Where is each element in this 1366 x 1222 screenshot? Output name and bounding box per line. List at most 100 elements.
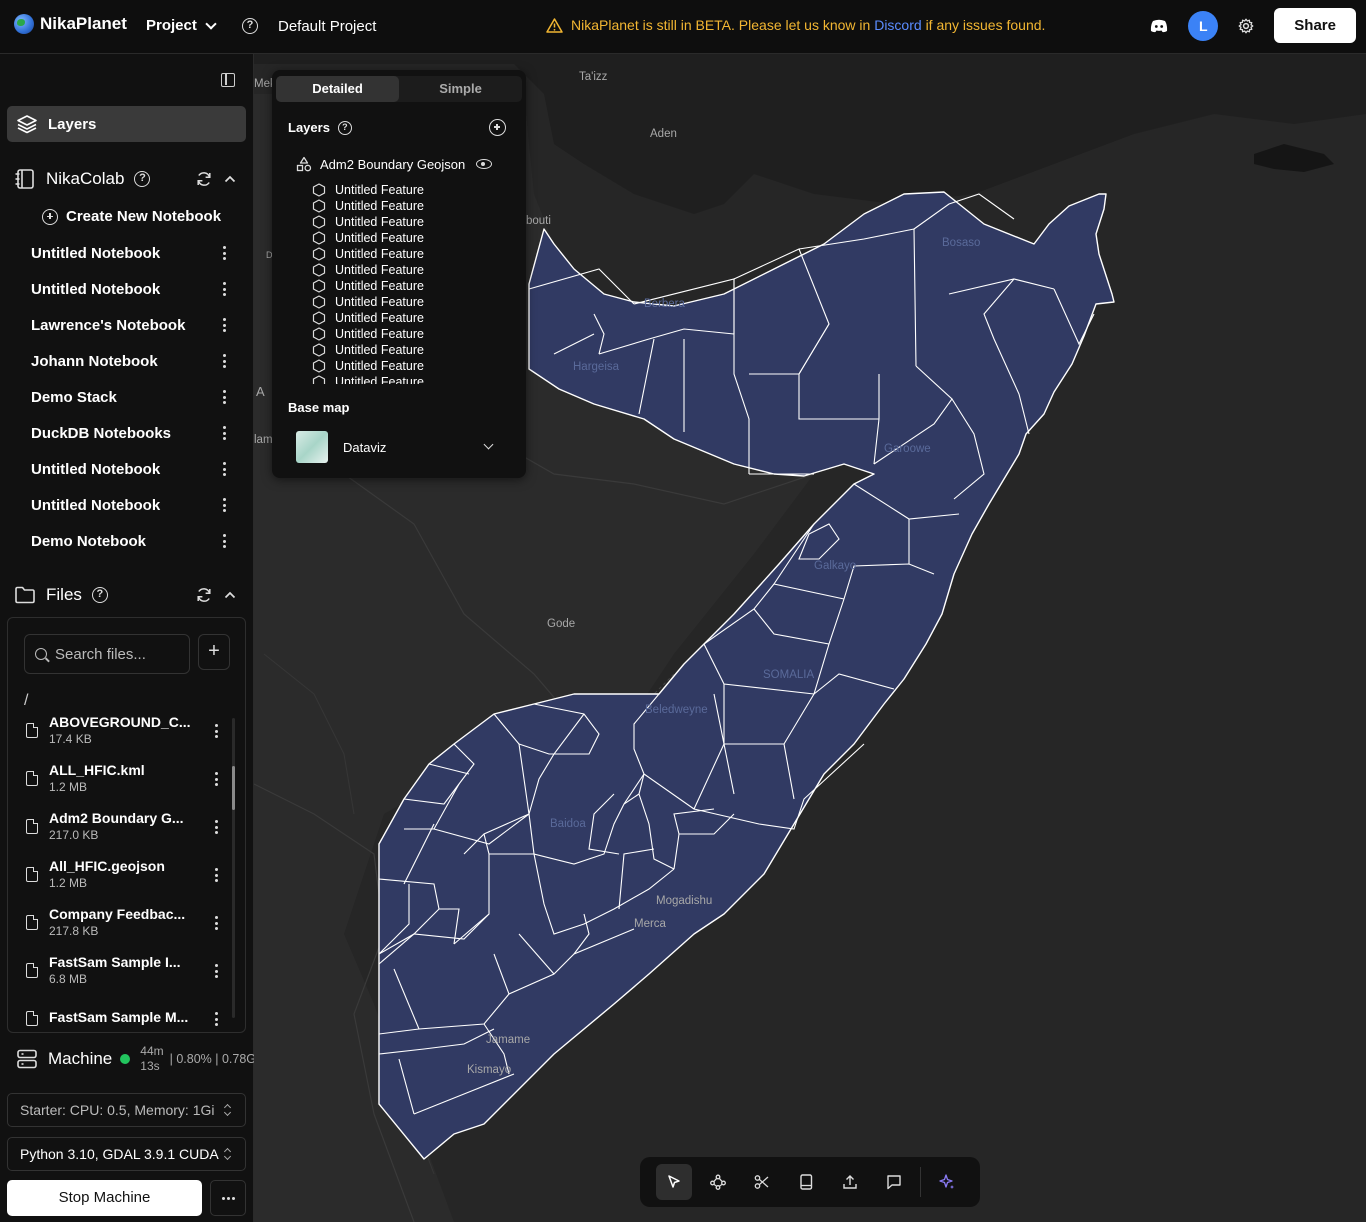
notebook-icon [15, 169, 34, 189]
feature-item[interactable]: Untitled Feature [312, 342, 512, 358]
more-vertical-icon[interactable] [222, 354, 226, 368]
layer-name: Adm2 Boundary Geojson [320, 156, 466, 172]
file-item[interactable]: FastSam Sample I... 6.8 MB [8, 946, 230, 994]
help-icon[interactable]: ? [337, 120, 352, 135]
tab-simple[interactable]: Simple [399, 76, 522, 102]
notebook-item[interactable]: DuckDB Notebooks [0, 415, 254, 451]
file-icon [26, 770, 38, 786]
upload-button[interactable] [832, 1164, 868, 1200]
refresh-icon[interactable] [196, 587, 212, 603]
notebook-item[interactable]: Untitled Notebook [0, 451, 254, 487]
discord-link[interactable]: Discord [874, 17, 921, 33]
project-name[interactable]: Default Project [278, 18, 376, 35]
notebook-item[interactable]: Untitled Notebook [0, 487, 254, 523]
search-input[interactable]: Search files... [24, 634, 190, 674]
more-vertical-icon[interactable] [214, 964, 218, 978]
feature-item[interactable]: Untitled Feature [312, 358, 512, 374]
create-notebook-button[interactable]: Create New Notebook [42, 208, 221, 225]
more-vertical-icon[interactable] [214, 916, 218, 930]
notebook-item[interactable]: Johann Notebook [0, 343, 254, 379]
notebook-item[interactable]: Untitled Notebook [0, 235, 254, 271]
feature-item[interactable]: Untitled Feature [312, 262, 512, 278]
feature-item[interactable]: Untitled Feature [312, 294, 512, 310]
more-vertical-icon[interactable] [222, 282, 226, 296]
basemap-select[interactable]: Dataviz [296, 431, 386, 463]
machine-tier-select[interactable]: Starter: CPU: 0.5, Memory: 1Gi [7, 1093, 246, 1127]
notebook-name: Demo Stack [31, 388, 117, 406]
chevron-down-icon[interactable] [483, 439, 494, 450]
refresh-icon[interactable] [196, 171, 212, 187]
more-vertical-icon[interactable] [222, 534, 226, 548]
feature-item[interactable]: Untitled Feature [312, 198, 512, 214]
notebook-name: Untitled Notebook [31, 280, 161, 298]
project-menu[interactable]: Project [146, 17, 217, 34]
file-item[interactable]: Adm2 Boundary G... 217.0 KB [8, 802, 230, 850]
notebook-item[interactable]: Demo Stack [0, 379, 254, 415]
chevron-up-icon[interactable] [224, 175, 236, 183]
file-item[interactable]: ABOVEGROUND_C... 17.4 KB [8, 714, 230, 754]
avatar[interactable]: L [1188, 10, 1219, 41]
feature-name: Untitled Feature [335, 375, 424, 384]
comment-button[interactable] [876, 1164, 912, 1200]
layers-button[interactable]: Layers [7, 106, 246, 142]
more-vertical-icon[interactable] [214, 1012, 218, 1026]
environment-select[interactable]: Python 3.10, GDAL 3.9.1 CUDA [7, 1137, 246, 1171]
uptime-seconds: 13s [140, 1059, 160, 1073]
feature-item[interactable]: Untitled Feature [312, 326, 512, 342]
ai-assistant-button[interactable] [929, 1164, 965, 1200]
file-item[interactable]: Company Feedbac... 217.8 KB [8, 898, 230, 946]
more-vertical-icon[interactable] [222, 390, 226, 404]
feature-item[interactable]: Untitled Feature [312, 182, 512, 198]
feature-name: Untitled Feature [335, 311, 424, 325]
draw-polygon-button[interactable] [700, 1164, 736, 1200]
chevron-up-icon[interactable] [224, 591, 236, 599]
more-vertical-icon[interactable] [214, 820, 218, 834]
more-vertical-icon[interactable] [214, 772, 218, 786]
file-item[interactable]: ALL_HFIC.kml 1.2 MB [8, 754, 230, 802]
layers-icon [17, 115, 37, 134]
layers-panel-header: Layers ? [288, 120, 352, 135]
file-item[interactable]: All_HFIC.geojson 1.2 MB [8, 850, 230, 898]
help-icon[interactable]: ? [242, 18, 258, 34]
notebook-item[interactable]: Lawrence's Notebook [0, 307, 254, 343]
file-size: 217.0 KB [49, 828, 99, 842]
more-vertical-icon[interactable] [214, 724, 218, 738]
feature-item[interactable]: Untitled Feature [312, 214, 512, 230]
file-name: FastSam Sample M... [49, 1009, 189, 1025]
notebook-item[interactable]: Demo Notebook [0, 523, 254, 559]
eye-icon[interactable] [476, 159, 492, 169]
file-item[interactable]: FastSam Sample M... [8, 994, 230, 1032]
more-vertical-icon[interactable] [222, 246, 226, 260]
tab-detailed[interactable]: Detailed [276, 76, 399, 102]
file-size: 17.4 KB [49, 732, 92, 746]
more-vertical-icon[interactable] [222, 318, 226, 332]
feature-item[interactable]: Untitled Feature [312, 374, 512, 384]
feature-item[interactable]: Untitled Feature [312, 310, 512, 326]
add-file-button[interactable]: + [198, 634, 230, 670]
help-icon[interactable]: ? [134, 171, 151, 187]
cursor-icon [668, 1175, 680, 1188]
cut-tool-button[interactable] [744, 1164, 780, 1200]
feature-item[interactable]: Untitled Feature [312, 230, 512, 246]
gear-icon[interactable] [1238, 18, 1254, 34]
more-vertical-icon[interactable] [222, 426, 226, 440]
more-vertical-icon[interactable] [222, 462, 226, 476]
notebook-tool-button[interactable] [788, 1164, 824, 1200]
select-tool-button[interactable] [656, 1164, 692, 1200]
map-label-hargeisa: Hargeisa [573, 361, 620, 373]
files-scrollbar[interactable] [232, 718, 235, 1018]
more-vertical-icon[interactable] [214, 868, 218, 882]
app-logo[interactable]: NikaPlanet [14, 14, 127, 34]
notebook-item[interactable]: Untitled Notebook [0, 271, 254, 307]
discord-icon[interactable] [1150, 19, 1168, 33]
more-vertical-icon[interactable] [222, 498, 226, 512]
feature-item[interactable]: Untitled Feature [312, 278, 512, 294]
feature-item[interactable]: Untitled Feature [312, 246, 512, 262]
more-options-button[interactable] [210, 1180, 246, 1216]
stop-machine-button[interactable]: Stop Machine [7, 1180, 202, 1216]
help-icon[interactable]: ? [91, 587, 108, 603]
layer-item[interactable]: Adm2 Boundary Geojson [296, 156, 465, 172]
share-button[interactable]: Share [1274, 8, 1356, 43]
add-layer-icon[interactable] [489, 119, 506, 136]
sidebar-toggle-icon[interactable] [221, 73, 235, 87]
